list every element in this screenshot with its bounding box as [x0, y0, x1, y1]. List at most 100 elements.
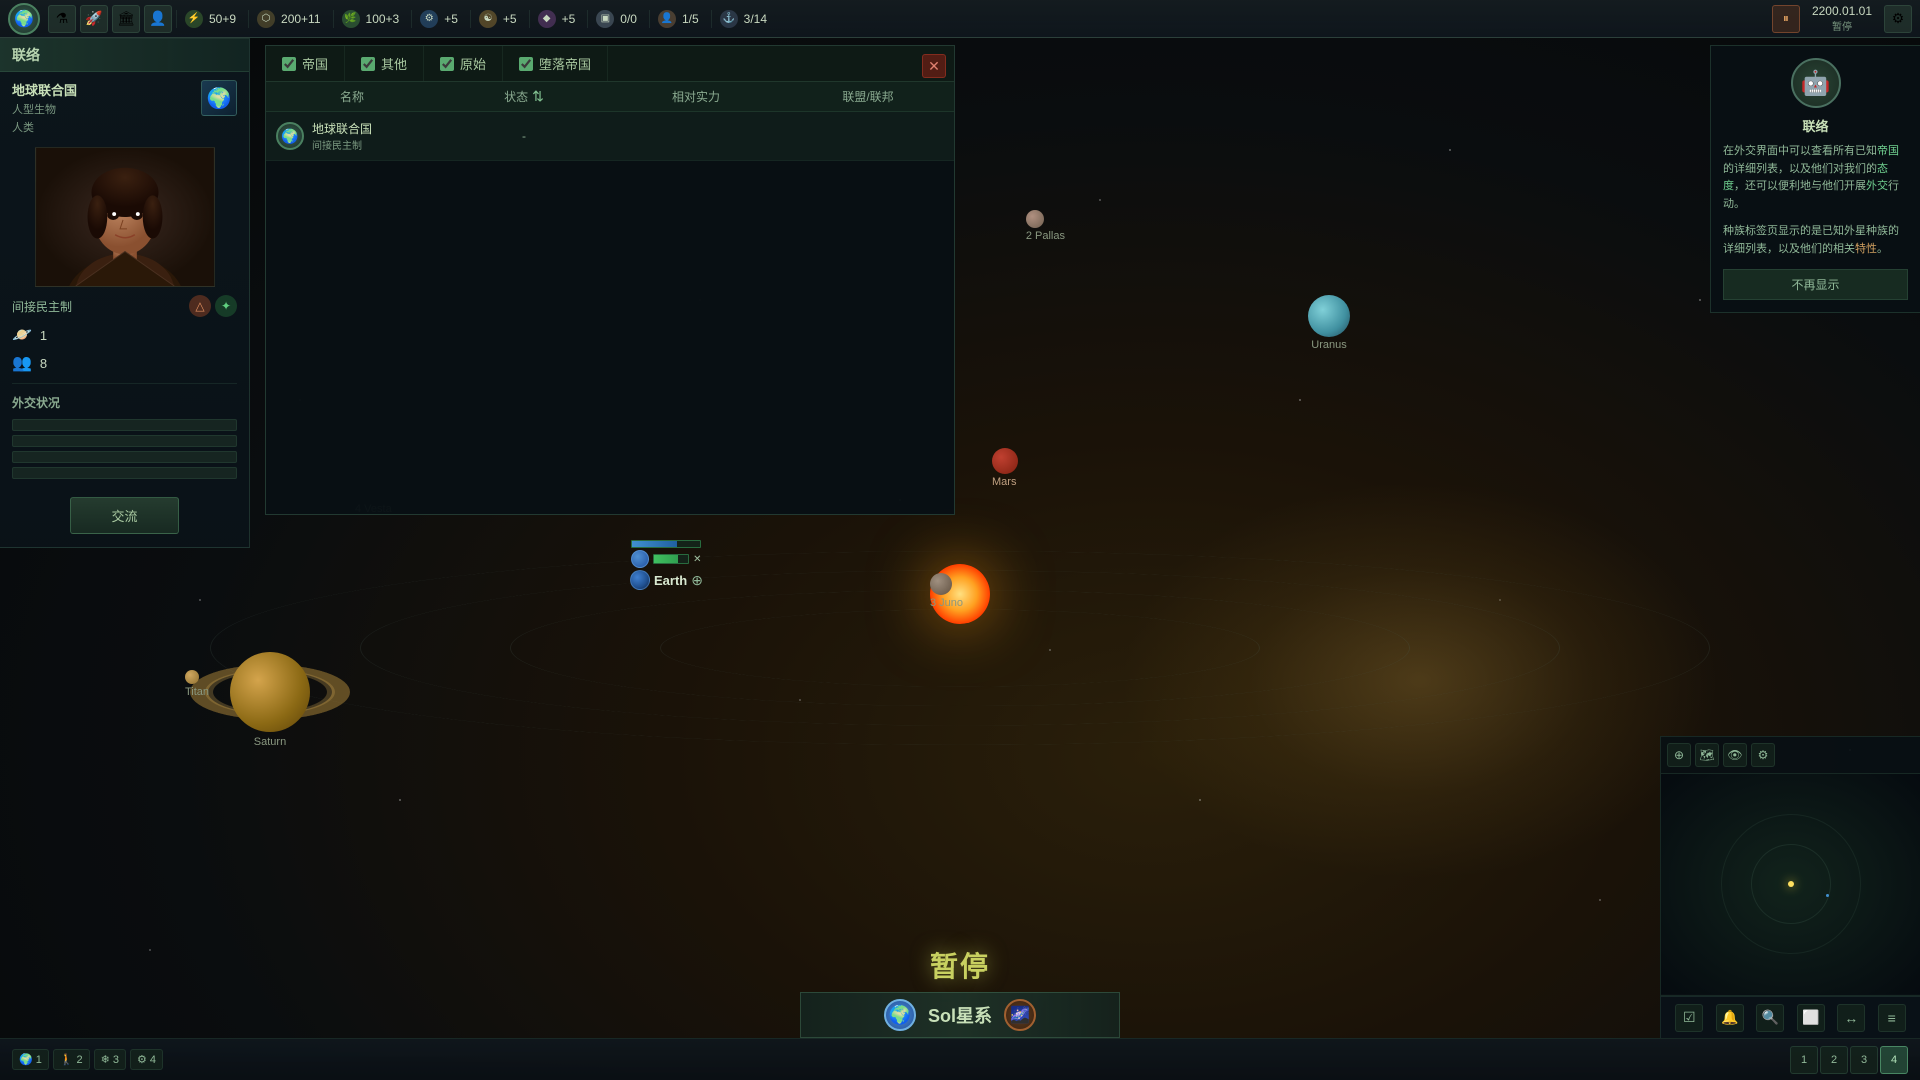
minimap-display [1661, 774, 1920, 994]
speed-1-btn[interactable]: 1 [1790, 1046, 1818, 1074]
queue-item-4[interactable]: ⚙ 4 [130, 1049, 163, 1070]
system-bar: 🌍 Sol星系 🌌 [800, 992, 1120, 1038]
diplo-panel: 帝国 其他 原始 堕落帝国 ✕ 名称 状态 ⇅ 相对实力 联盟/联邦 🌍 地球联… [265, 45, 955, 515]
influence-icon: ◆ [538, 10, 556, 28]
pop-value: 1/5 [682, 12, 699, 26]
empire-name: 地球联合国 [12, 80, 77, 99]
saturn-container[interactable]: Saturn [230, 652, 310, 748]
saturn-planet [230, 652, 310, 732]
speed-4-btn[interactable]: 4 [1880, 1046, 1908, 1074]
ships-icon-btn[interactable]: 🚀 [80, 5, 108, 33]
uranus-planet [1308, 295, 1350, 337]
colony-icon-btn[interactable]: 🏛 [112, 5, 140, 33]
empire-flag-icon: 🌍 [201, 80, 237, 116]
saturn-label: Saturn [230, 736, 310, 748]
exchange-button[interactable]: 交流 [70, 497, 178, 534]
tech-icon-btn[interactable]: ⚗ [48, 5, 76, 33]
speed-2-btn[interactable]: 2 [1820, 1046, 1848, 1074]
minimap-earth-dot [1826, 894, 1829, 897]
filter-other-check[interactable] [361, 57, 375, 71]
empire-info: 地球联合国 人型生物 人类 🌍 [0, 72, 249, 143]
food-icon: 🌿 [342, 10, 360, 28]
map-tool-5[interactable]: ↔ [1837, 1004, 1865, 1032]
bottom-right-tools: ☑ 🔔 🔍 ⬜ ↔ ≡ [1660, 996, 1920, 1038]
diplo-bar-4 [12, 467, 237, 479]
filter-fallen-check[interactable] [519, 57, 533, 71]
speed-3-btn[interactable]: 3 [1850, 1046, 1878, 1074]
col-name: 名称 [266, 88, 438, 105]
highlight-trait: 特性 [1855, 243, 1877, 255]
stats-pops: 👥 8 [0, 349, 249, 377]
influence-resource: ◆ +5 [529, 10, 584, 28]
filter-primitive[interactable]: 原始 [424, 46, 503, 81]
diplo-empire-govt: 间接民主制 [312, 137, 372, 152]
diplo-empire-cell: 🌍 地球联合国 间接民主制 [266, 120, 438, 152]
govt-icons: △ ✦ [189, 295, 237, 317]
diplo-empire-icon: 🌍 [276, 122, 304, 150]
settings-icon-btn[interactable]: ⚙ [1884, 5, 1912, 33]
system-right-icon[interactable]: 🌌 [1004, 999, 1036, 1031]
queue-label-4: 4 [150, 1054, 156, 1066]
queue-icon-4: ⚙ [137, 1053, 147, 1066]
top-bar: 🌍 ⚗ 🚀 🏛 👤 ⚡ 50+9 ⬡ 200+11 🌿 100+3 ⚙ +5 ☯… [0, 0, 1920, 38]
queue-item-2[interactable]: 🚶 2 [53, 1049, 90, 1070]
earth-icon [631, 550, 649, 568]
uranus-container[interactable]: Uranus [1308, 295, 1350, 351]
empire-flag[interactable]: 🌍 [201, 80, 237, 116]
earth-area[interactable]: ✕ Earth ⊕ [630, 540, 703, 590]
earth-bar-fill-1 [632, 541, 676, 547]
diplomacy-bars [0, 415, 249, 487]
pallas-planet [1026, 210, 1044, 228]
minerals-icon: ⬡ [257, 10, 275, 28]
minimap-tools: ⊕ 🗺 👁 ⚙ [1661, 737, 1920, 774]
titan-label[interactable]: Titan [185, 670, 209, 698]
system-left-icon[interactable]: 🌍 [884, 999, 916, 1031]
empire-icon-btn[interactable]: 🌍 [8, 3, 40, 35]
pallas-container[interactable]: 2 Pallas [1026, 210, 1065, 242]
naval-resource: ⚓ 3/14 [711, 10, 775, 28]
queue-row: 🌍 1 🚶 2 ❄ 3 ⚙ 4 [12, 1049, 163, 1070]
map-tool-3[interactable]: 🔍 [1756, 1004, 1784, 1032]
leader-icon-btn[interactable]: 👤 [144, 5, 172, 33]
minimap-btn-3[interactable]: 👁 [1723, 743, 1747, 767]
juno-planet [930, 573, 952, 595]
map-tool-2[interactable]: 🔔 [1716, 1004, 1744, 1032]
mars-planet [992, 448, 1018, 474]
map-tool-1[interactable]: ☑ [1675, 1004, 1703, 1032]
close-button[interactable]: ✕ [922, 54, 946, 78]
info-avatar: 🤖 [1791, 58, 1841, 108]
juno-container[interactable]: 3 Juno [930, 573, 963, 609]
energy-value: 50+9 [209, 12, 236, 26]
influence-value: +5 [562, 12, 576, 26]
filter-other[interactable]: 其他 [345, 46, 424, 81]
no-show-button[interactable]: 不再显示 [1723, 269, 1908, 300]
minimap-ring-2 [1721, 814, 1861, 954]
queue-item-3[interactable]: ❄ 3 [94, 1049, 126, 1070]
mars-container[interactable]: Mars [992, 448, 1018, 488]
unity-value: +5 [503, 12, 517, 26]
filter-primitive-check[interactable] [440, 57, 454, 71]
queue-item-1[interactable]: 🌍 1 [12, 1049, 49, 1070]
sort-icon[interactable]: ⇅ [532, 88, 544, 105]
minimap-btn-4[interactable]: ⚙ [1751, 743, 1775, 767]
system-name: Sol星系 [928, 1002, 992, 1028]
minerals-resource: ⬡ 200+11 [248, 10, 329, 28]
earth-planet-icon [630, 570, 650, 590]
diplo-row-0[interactable]: 🌍 地球联合国 间接民主制 - [266, 112, 954, 161]
earth-extra-icon: ⊕ [691, 572, 703, 589]
filter-empire[interactable]: 帝国 [266, 46, 345, 81]
stats-planets: 🪐 1 [0, 321, 249, 349]
govt-type: 间接民主制 △ ✦ [0, 291, 249, 321]
juno-label: 3 Juno [930, 597, 963, 609]
map-tool-6[interactable]: ≡ [1878, 1004, 1906, 1032]
energy-icon: ⚡ [185, 10, 203, 28]
pause-button[interactable]: ⏸ [1772, 5, 1800, 33]
filter-empire-check[interactable] [282, 57, 296, 71]
minimap-area[interactable]: ⊕ 🗺 👁 ⚙ [1660, 736, 1920, 996]
minimap-btn-1[interactable]: ⊕ [1667, 743, 1691, 767]
map-tool-4[interactable]: ⬜ [1797, 1004, 1825, 1032]
filter-fallen[interactable]: 堕落帝国 [503, 46, 608, 81]
pop-stat-value: 8 [40, 356, 47, 371]
speed-controls: 1 2 3 4 [1790, 1046, 1908, 1074]
minimap-btn-2[interactable]: 🗺 [1695, 743, 1719, 767]
